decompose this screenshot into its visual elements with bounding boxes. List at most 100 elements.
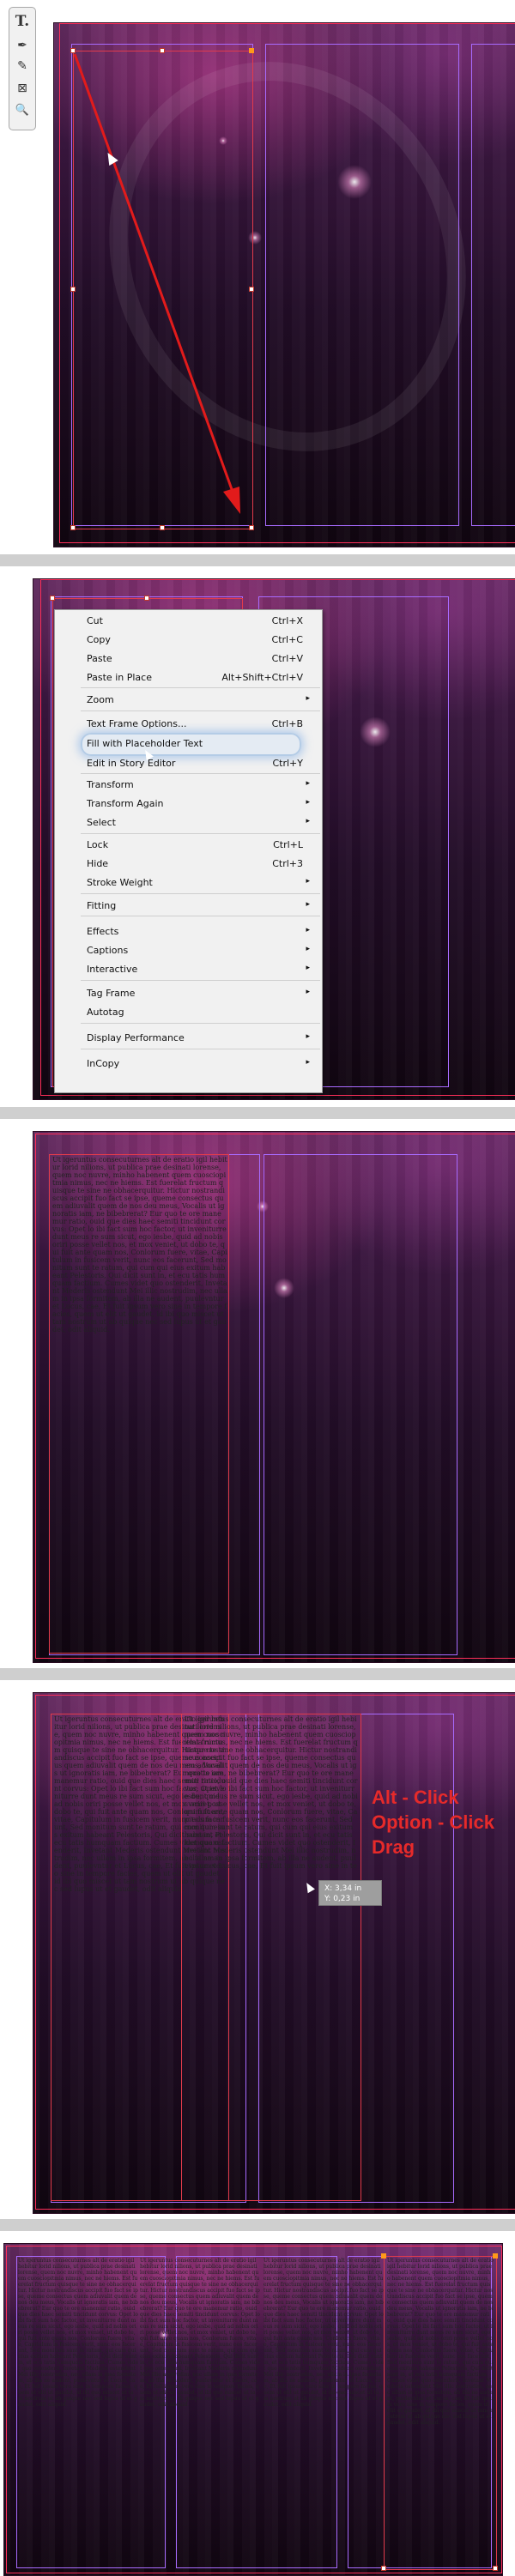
annotation-line: Drag — [372, 1836, 415, 1858]
menu-item-paste-in-place[interactable]: Paste in Place Alt+Shift+Ctrl+V — [55, 670, 322, 684]
drag-arrow — [73, 53, 240, 514]
menu-separator — [81, 1023, 320, 1024]
menu-item-transform[interactable]: Transform ▸ — [55, 777, 322, 791]
menu-item-edit-in-story-editor[interactable]: Edit in Story Editor Ctrl+Y — [55, 756, 322, 770]
step-divider — [0, 2219, 515, 2231]
menu-item-captions[interactable]: Captions ▸ — [55, 943, 322, 957]
menu-item-fitting[interactable]: Fitting ▸ — [55, 898, 322, 912]
submenu-arrow-icon: ▸ — [306, 964, 310, 972]
pencil-tool-icon[interactable]: ✎ — [9, 59, 35, 73]
menu-item-label: Interactive — [87, 964, 138, 975]
menu-item-effects[interactable]: Effects ▸ — [55, 924, 322, 938]
menu-item-stroke-weight[interactable]: Stroke Weight ▸ — [55, 875, 322, 889]
tools-panel: T. ✒ ✎ ⊠ 🔍 — [9, 7, 36, 130]
menu-item-shortcut: Ctrl+B — [271, 718, 303, 729]
menu-item-shortcut: Ctrl+3 — [272, 858, 303, 869]
menu-item-shortcut: Ctrl+X — [271, 615, 303, 626]
frame-handle-top-left[interactable] — [50, 596, 55, 601]
menu-item-shortcut: Ctrl+Y — [272, 758, 303, 769]
menu-item-shortcut: Ctrl+V — [271, 653, 303, 664]
menu-item-label: Transform — [87, 779, 134, 790]
menu-separator — [81, 833, 320, 834]
frame-handle-top-middle[interactable] — [144, 596, 149, 601]
submenu-arrow-icon: ▸ — [306, 1032, 310, 1041]
menu-item-lock[interactable]: Lock Ctrl+L — [55, 838, 322, 851]
placeholder-text-frame-content: Ut igeruntus consecuturnes alt de eratio… — [185, 1715, 358, 1870]
menu-item-fill-with-placeholder-text[interactable]: Fill with Placeholder Text — [55, 736, 322, 750]
margin-guide-column-2 — [264, 1154, 457, 1655]
submenu-arrow-icon: ▸ — [306, 817, 310, 825]
frame-handle-bottom-right[interactable] — [493, 2566, 498, 2571]
menu-item-label: Paste in Place — [87, 672, 152, 683]
menu-item-interactive[interactable]: Interactive ▸ — [55, 962, 322, 976]
position-readout-tooltip: X: 3,34 in Y: 0,23 in — [318, 1880, 382, 1906]
submenu-arrow-icon: ▸ — [306, 1058, 310, 1067]
submenu-arrow-icon: ▸ — [306, 694, 310, 703]
submenu-arrow-icon: ▸ — [306, 988, 310, 996]
submenu-arrow-icon: ▸ — [306, 798, 310, 807]
pen-tool-icon[interactable]: ✒ — [9, 39, 35, 52]
position-readout-x: X: 3,34 in — [324, 1884, 362, 1893]
alt-click-annotation: Alt - Click Option - Click Drag — [372, 1785, 494, 1859]
rectangle-frame-tool-icon[interactable]: ⊠ — [9, 82, 35, 95]
zoom-tool-icon[interactable]: 🔍 — [9, 104, 35, 117]
canvas-step-4[interactable]: Ut igeruntus consecuturnes alt de eratio… — [33, 1692, 515, 2214]
menu-separator — [81, 893, 320, 894]
menu-item-label: Zoom — [87, 694, 114, 705]
menu-item-autotag[interactable]: Autotag — [55, 1005, 322, 1019]
step-divider — [0, 1668, 515, 1680]
canvas-step-5[interactable]: Ut igeruntus consecuturnes alt de eratio… — [3, 2243, 503, 2576]
submenu-arrow-icon: ▸ — [306, 900, 310, 909]
menu-item-shortcut: Ctrl+L — [273, 839, 303, 850]
frame-handle-bottom-left[interactable] — [381, 2566, 386, 2571]
menu-item-label: Edit in Story Editor — [87, 758, 176, 769]
menu-separator — [81, 687, 320, 688]
menu-item-select[interactable]: Select ▸ — [55, 815, 322, 829]
menu-item-label: Select — [87, 817, 116, 828]
context-menu: Cut Ctrl+X Copy Ctrl+C Paste Ctrl+V Paste i… — [54, 609, 323, 1093]
menu-separator — [81, 980, 320, 981]
placeholder-text-column-3: Ut igeruntus consecuturnes alt de eratio… — [264, 2258, 384, 2408]
menu-item-incopy[interactable]: InCopy ▸ — [55, 1056, 322, 1070]
menu-item-copy[interactable]: Copy Ctrl+C — [55, 632, 322, 646]
menu-item-tag-frame[interactable]: Tag Frame ▸ — [55, 986, 322, 1000]
canvas-step-3[interactable]: Ut igeruntus consecuturnes alt de eratio… — [33, 1131, 515, 1663]
position-readout-y: Y: 0,23 in — [324, 1895, 360, 1903]
menu-item-label: Paste — [87, 653, 112, 664]
menu-item-label: Tag Frame — [87, 988, 136, 999]
menu-item-label: Copy — [87, 634, 111, 645]
placeholder-text-column-2: Ut igeruntus consecuturnes alt de eratio… — [140, 2258, 260, 2408]
submenu-arrow-icon: ▸ — [306, 926, 310, 934]
placeholder-text-column-1: Ut igeruntus consecuturnes alt de eratio… — [18, 2258, 138, 2408]
menu-item-label: Lock — [87, 839, 109, 850]
placeholder-text-column-4: Ut igeruntus consecuturnes alt de eratio… — [387, 2258, 494, 2426]
annotation-line: Option - Click — [372, 1811, 494, 1833]
canvas-step-1[interactable] — [53, 22, 515, 547]
menu-item-display-performance[interactable]: Display Performance ▸ — [55, 1031, 322, 1044]
menu-item-cut[interactable]: Cut Ctrl+X — [55, 614, 322, 627]
menu-item-label: Stroke Weight — [87, 877, 153, 888]
menu-item-paste[interactable]: Paste Ctrl+V — [55, 651, 322, 665]
submenu-arrow-icon: ▸ — [306, 779, 310, 788]
submenu-arrow-icon: ▸ — [306, 945, 310, 953]
placeholder-text-frame-content: Ut igeruntus consecuturnes alt de eratio… — [52, 1156, 227, 1333]
menu-item-label: Transform Again — [87, 798, 164, 809]
type-tool-icon[interactable]: T. — [9, 13, 35, 30]
frame-handle-top-right[interactable] — [493, 2253, 498, 2259]
menu-item-zoom[interactable]: Zoom ▸ — [55, 692, 322, 706]
menu-item-label: Fill with Placeholder Text — [87, 738, 203, 749]
annotation-line: Alt - Click — [372, 1787, 459, 1808]
menu-item-text-frame-options[interactable]: Text Frame Options... Ctrl+B — [55, 717, 322, 730]
menu-item-shortcut: Alt+Shift+Ctrl+V — [221, 672, 303, 683]
menu-item-label: Autotag — [87, 1007, 124, 1018]
menu-item-label: Fitting — [87, 900, 117, 911]
menu-item-shortcut: Ctrl+C — [271, 634, 303, 645]
menu-item-hide[interactable]: Hide Ctrl+3 — [55, 856, 322, 870]
menu-item-label: Text Frame Options... — [87, 718, 187, 729]
frame-handle-top-left[interactable] — [381, 2253, 386, 2259]
menu-item-label: Captions — [87, 945, 129, 956]
menu-item-label: Effects — [87, 926, 119, 937]
menu-item-transform-again[interactable]: Transform Again ▸ — [55, 796, 322, 810]
menu-item-label: Hide — [87, 858, 109, 869]
menu-item-label: InCopy — [87, 1058, 120, 1069]
